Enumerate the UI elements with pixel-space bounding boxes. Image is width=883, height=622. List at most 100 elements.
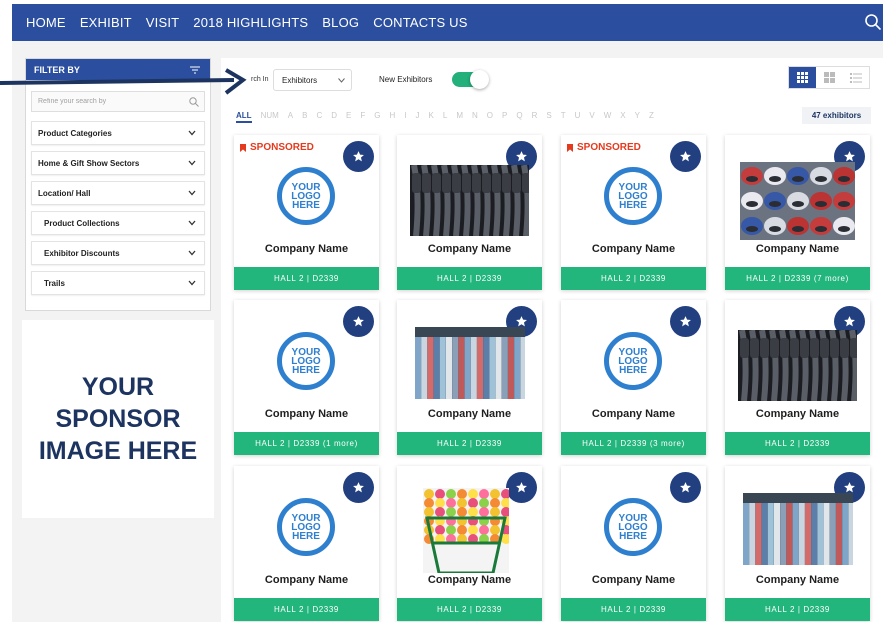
company-name[interactable]: Company Name <box>397 574 542 586</box>
nav-blog[interactable]: BLOG <box>322 15 359 30</box>
alpha-letter-n[interactable]: N <box>472 111 478 123</box>
favorite-star-button[interactable] <box>506 472 537 503</box>
hall-booth-label[interactable]: HALL 2 | D2339 (1 more) <box>234 432 379 455</box>
alpha-letter-a[interactable]: A <box>288 111 293 123</box>
alpha-letter-p[interactable]: P <box>502 111 507 123</box>
company-name[interactable]: Company Name <box>725 574 870 586</box>
favorite-star-button[interactable] <box>670 472 701 503</box>
favorite-star-button[interactable] <box>343 472 374 503</box>
exhibitor-card[interactable]: Company Name HALL 2 | D2339 <box>725 466 870 621</box>
sponsored-badge: SPONSORED <box>567 142 641 153</box>
hall-booth-label[interactable]: HALL 2 | D2339 <box>725 432 870 455</box>
search-icon[interactable] <box>189 97 199 107</box>
alpha-letter-j[interactable]: J <box>416 111 420 123</box>
facet-product-categories[interactable]: Product Categories <box>31 121 205 145</box>
star-icon <box>680 482 691 493</box>
exhibitor-card[interactable]: SPONSORED YOUR LOGO HERE Company Name HALL 2 … <box>234 135 379 290</box>
company-name[interactable]: Company Name <box>561 408 706 420</box>
company-name[interactable]: Company Name <box>725 408 870 420</box>
refine-search-input[interactable] <box>38 98 178 105</box>
favorite-star-button[interactable] <box>670 306 701 337</box>
company-name[interactable]: Company Name <box>725 243 870 255</box>
alpha-letter-y[interactable]: Y <box>635 111 640 123</box>
alpha-letter-e[interactable]: E <box>346 111 351 123</box>
exhibitor-card[interactable]: YOUR LOGO HERE Company Name HALL 2 | D2339 (… <box>561 300 706 455</box>
favorite-star-button[interactable] <box>670 141 701 172</box>
alpha-letter-f[interactable]: F <box>360 111 365 123</box>
hall-booth-label[interactable]: HALL 2 | D2339 (3 more) <box>561 432 706 455</box>
list-view-button[interactable] <box>842 67 869 88</box>
exhibitor-card[interactable]: Company Name HALL 2 | D2339 <box>725 300 870 455</box>
chevron-down-icon <box>188 250 196 256</box>
exhibitor-card[interactable]: YOUR LOGO HERE Company Name HALL 2 | D2339 <box>561 466 706 621</box>
company-name[interactable]: Company Name <box>234 574 379 586</box>
alpha-letter-z[interactable]: Z <box>649 111 654 123</box>
company-name[interactable]: Company Name <box>561 574 706 586</box>
logo-text: HERE <box>292 530 320 542</box>
facet-trails[interactable]: Trails <box>31 271 205 295</box>
grid-small-view-button[interactable] <box>816 67 843 88</box>
search-in-select[interactable]: Exhibitors <box>273 69 352 91</box>
new-exhibitors-toggle[interactable] <box>452 70 489 89</box>
search-in-label: rch In <box>251 76 269 83</box>
alpha-letter-l[interactable]: L <box>443 111 447 123</box>
hall-booth-label[interactable]: HALL 2 | D2339 <box>397 598 542 621</box>
company-name[interactable]: Company Name <box>561 243 706 255</box>
alpha-letter-i[interactable]: I <box>404 111 406 123</box>
exhibitor-card[interactable]: SPONSORED YOUR LOGO HERE Company Name HALL 2 … <box>561 135 706 290</box>
exhibitor-card[interactable]: Company Name HALL 2 | D2339 <box>397 466 542 621</box>
alpha-letter-o[interactable]: O <box>487 111 493 123</box>
alpha-letter-q[interactable]: Q <box>516 111 522 123</box>
hall-booth-label[interactable]: HALL 2 | D2339 <box>561 267 706 290</box>
facet-home-gift-show-sectors[interactable]: Home & Gift Show Sectors <box>31 151 205 175</box>
alpha-letter-k[interactable]: K <box>429 111 434 123</box>
alpha-letter-num[interactable]: NUM <box>261 111 279 123</box>
hall-booth-label[interactable]: HALL 2 | D2339 <box>234 598 379 621</box>
hall-booth-label[interactable]: HALL 2 | D2339 <box>234 267 379 290</box>
alpha-letter-s[interactable]: S <box>546 111 551 123</box>
alpha-letter-r[interactable]: R <box>532 111 538 123</box>
hall-booth-label[interactable]: HALL 2 | D2339 <box>725 598 870 621</box>
grid-large-view-button[interactable] <box>789 67 816 88</box>
sponsor-image-placeholder[interactable]: YOUR SPONSOR IMAGE HERE <box>22 320 214 518</box>
company-name[interactable]: Company Name <box>397 408 542 420</box>
company-name[interactable]: Company Name <box>234 243 379 255</box>
company-name[interactable]: Company Name <box>397 243 542 255</box>
nav-contacts-us[interactable]: CONTACTS US <box>373 15 467 30</box>
alpha-letter-t[interactable]: T <box>561 111 566 123</box>
hall-booth-label[interactable]: HALL 2 | D2339 (7 more) <box>725 267 870 290</box>
facet-product-collections[interactable]: Product Collections <box>31 211 205 235</box>
exhibitor-card[interactable]: Company Name HALL 2 | D2339 (7 more) <box>725 135 870 290</box>
nav-visit[interactable]: VISIT <box>146 15 180 30</box>
search-icon[interactable] <box>865 14 881 30</box>
star-icon <box>680 151 691 162</box>
company-name[interactable]: Company Name <box>234 408 379 420</box>
alpha-letter-u[interactable]: U <box>575 111 581 123</box>
alpha-letter-all[interactable]: ALL <box>236 111 252 123</box>
alpha-letter-h[interactable]: H <box>390 111 396 123</box>
alpha-letter-x[interactable]: X <box>620 111 625 123</box>
facet-location-hall[interactable]: Location/ Hall <box>31 181 205 205</box>
hall-booth-label[interactable]: HALL 2 | D2339 <box>397 432 542 455</box>
favorite-star-button[interactable] <box>343 306 374 337</box>
nav-exhibit[interactable]: EXHIBIT <box>80 15 132 30</box>
exhibitor-card[interactable]: Company Name HALL 2 | D2339 <box>397 300 542 455</box>
alpha-letter-d[interactable]: D <box>331 111 337 123</box>
favorite-star-button[interactable] <box>343 141 374 172</box>
exhibitor-card[interactable]: YOUR LOGO HERE Company Name HALL 2 | D2339 (… <box>234 300 379 455</box>
hall-booth-label[interactable]: HALL 2 | D2339 <box>397 267 542 290</box>
bookmark-icon <box>240 143 246 152</box>
alpha-letter-w[interactable]: W <box>604 111 612 123</box>
hall-booth-label[interactable]: HALL 2 | D2339 <box>561 598 706 621</box>
facet-label: Home & Gift Show Sectors <box>38 158 140 168</box>
alpha-letter-v[interactable]: V <box>589 111 594 123</box>
alpha-letter-g[interactable]: G <box>374 111 380 123</box>
alpha-letter-b[interactable]: B <box>302 111 307 123</box>
exhibitor-card[interactable]: YOUR LOGO HERE Company Name HALL 2 | D2339 <box>234 466 379 621</box>
alpha-letter-c[interactable]: C <box>316 111 322 123</box>
facet-exhibitor-discounts[interactable]: Exhibitor Discounts <box>31 241 205 265</box>
exhibitor-card[interactable]: Company Name HALL 2 | D2339 <box>397 135 542 290</box>
alpha-letter-m[interactable]: M <box>456 111 463 123</box>
nav-home[interactable]: HOME <box>26 15 66 30</box>
nav-2018-highlights[interactable]: 2018 HIGHLIGHTS <box>193 15 308 30</box>
